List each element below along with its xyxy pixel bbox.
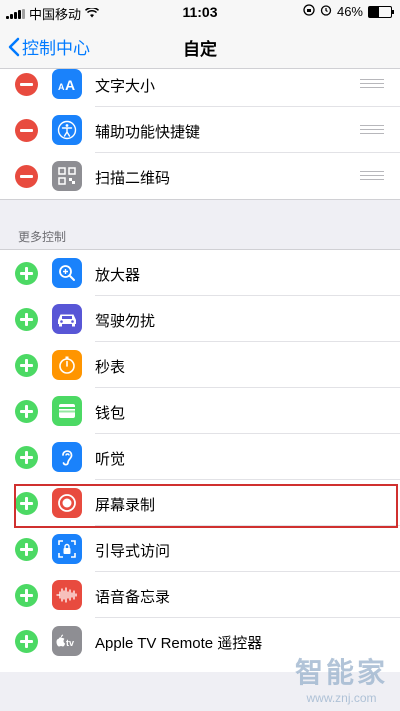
reorder-handle[interactable]: [360, 79, 384, 88]
add-button[interactable]: [15, 538, 38, 561]
remove-button[interactable]: [15, 119, 38, 142]
guided-access-icon: [52, 534, 82, 564]
svg-text:tv: tv: [66, 638, 74, 648]
watermark-brand: 智能家: [294, 657, 388, 688]
list-item: 引导式访问: [0, 526, 400, 572]
add-button[interactable]: [15, 584, 38, 607]
battery-percent: 46%: [336, 4, 363, 19]
item-label: 辅助功能快捷键: [95, 124, 201, 141]
add-button[interactable]: [15, 354, 38, 377]
watermark: 智能家 www.znj.com: [295, 651, 388, 705]
item-label: 扫描二维码: [95, 170, 171, 187]
list-item: 语音备忘录: [0, 572, 400, 618]
ear-icon: [52, 442, 82, 472]
divider: [0, 199, 400, 200]
item-label: 钱包: [95, 405, 126, 422]
list-item: 放大器: [0, 250, 400, 296]
item-label: 引导式访问: [95, 543, 171, 560]
list-item: 秒表: [0, 342, 400, 388]
page-title: 自定: [183, 40, 217, 59]
item-label: 放大器: [95, 267, 141, 284]
status-right: 46%: [303, 4, 394, 19]
wallet-icon: [52, 396, 82, 426]
status-bar: 中国移动 11:03 46%: [0, 0, 400, 24]
car-icon: [52, 304, 82, 334]
qr-code-icon: [52, 161, 82, 191]
item-label: 秒表: [95, 359, 126, 376]
battery-icon: [368, 5, 394, 18]
rotation-lock-icon: [303, 4, 315, 19]
add-button[interactable]: [15, 446, 38, 469]
item-label: 语音备忘录: [95, 589, 171, 606]
accessibility-icon: [52, 115, 82, 145]
voice-memo-icon: [52, 580, 82, 610]
add-button[interactable]: [15, 630, 38, 653]
list-item: 驾驶勿扰: [0, 296, 400, 342]
reorder-handle[interactable]: [360, 125, 384, 134]
item-label: 驾驶勿扰: [95, 313, 156, 330]
svg-text:A: A: [58, 82, 65, 91]
item-label: Apple TV Remote 遥控器: [95, 635, 263, 652]
stopwatch-icon: [52, 350, 82, 380]
text-size-icon: AA: [52, 69, 82, 99]
svg-text:A: A: [65, 77, 75, 91]
alarm-icon: [320, 4, 332, 19]
item-label: 听觉: [95, 451, 126, 468]
watermark-url: www.znj.com: [306, 691, 377, 705]
magnifier-icon: [52, 258, 82, 288]
list-item: AA 文字大小: [0, 61, 400, 107]
add-button[interactable]: [15, 308, 38, 331]
list-item: 扫描二维码: [0, 153, 400, 199]
apple-tv-icon: tv: [52, 626, 82, 656]
more-controls-list: 放大器 驾驶勿扰 秒表 钱包 听觉 屏幕录制 引导式访问 语音备忘录 tv Ap…: [0, 250, 400, 672]
add-button[interactable]: [15, 262, 38, 285]
add-button[interactable]: [15, 400, 38, 423]
highlight-box: [14, 484, 398, 528]
section-header: 更多控制: [18, 230, 67, 244]
list-item: 钱包: [0, 388, 400, 434]
reorder-handle[interactable]: [360, 171, 384, 180]
remove-button[interactable]: [15, 73, 38, 96]
remove-button[interactable]: [15, 165, 38, 188]
list-item: 听觉: [0, 434, 400, 480]
list-item: 辅助功能快捷键: [0, 107, 400, 153]
item-label: 文字大小: [95, 78, 156, 95]
included-controls-list: AA 文字大小 辅助功能快捷键 扫描二维码: [0, 69, 400, 199]
